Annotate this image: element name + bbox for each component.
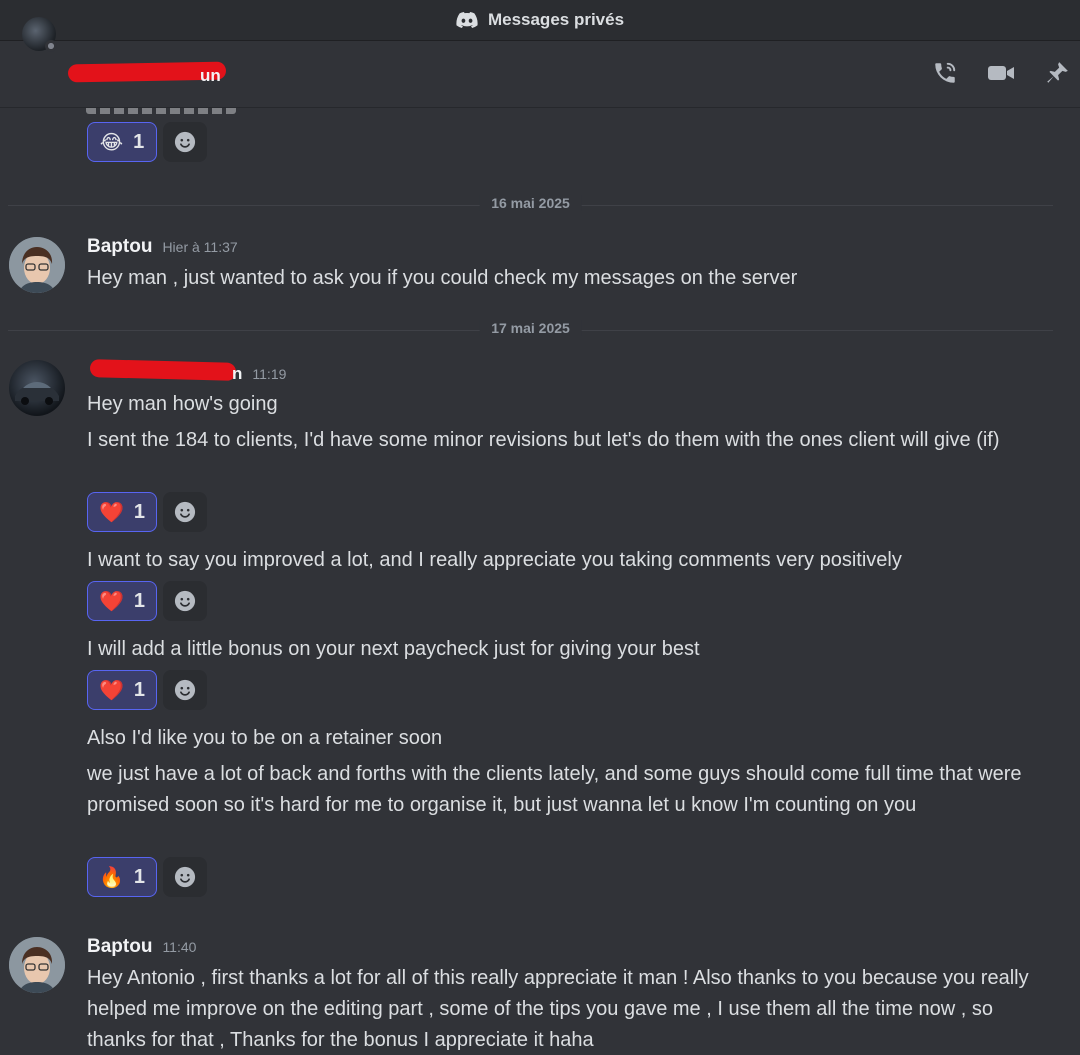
pin-icon[interactable] — [1042, 58, 1072, 88]
timestamp: Hier à 11:37 — [162, 239, 238, 255]
baptou-portrait — [9, 237, 65, 293]
redaction-mark — [89, 359, 237, 381]
date-divider-label: 16 mai 2025 — [479, 195, 582, 211]
message-text: Hey Antonio , first thanks a lot for all… — [87, 967, 1029, 1051]
heart-emoji-icon: ❤️ — [98, 501, 124, 524]
author-name[interactable]: Baptou — [87, 936, 152, 958]
smiley-icon — [174, 501, 196, 523]
author-name[interactable]: Baptou — [87, 236, 152, 258]
window-title: Messages privés — [487, 10, 625, 29]
timestamp: 11:40 — [162, 939, 197, 955]
reaction-bar: ❤️ 1 — [87, 492, 207, 532]
avatar-baptou[interactable] — [9, 937, 65, 993]
clipped-message-text — [86, 108, 236, 114]
add-reaction-button[interactable] — [163, 492, 207, 532]
laughing-emoji-icon: 😂 — [99, 131, 124, 154]
avatar-redacted-user[interactable] — [9, 360, 65, 416]
reaction-button[interactable]: ❤️ 1 — [87, 581, 157, 621]
reaction-bar: 🔥 1 — [87, 857, 207, 897]
smiley-icon — [174, 590, 196, 612]
message-text: Hey man , just wanted to ask you if you … — [87, 267, 798, 289]
add-reaction-button[interactable] — [163, 122, 207, 162]
reaction-button[interactable]: 😂 1 — [87, 122, 157, 162]
smiley-icon — [174, 131, 196, 153]
message-text: I will add a little bonus on your next p… — [87, 638, 700, 660]
date-divider: 16 mai 2025 — [8, 195, 1053, 211]
date-divider: 17 mai 2025 — [8, 320, 1053, 336]
status-offline-icon — [45, 40, 57, 52]
timestamp: 11:19 — [252, 366, 287, 382]
smiley-icon — [174, 866, 196, 888]
reaction-count: 1 — [133, 865, 146, 888]
date-divider-label: 17 mai 2025 — [479, 320, 582, 336]
fire-emoji-icon: 🔥 — [98, 866, 124, 889]
message-text: we just have a lot of back and forths wi… — [87, 763, 1022, 816]
car-avatar-image — [15, 382, 59, 405]
add-reaction-button[interactable] — [163, 581, 207, 621]
add-reaction-button[interactable] — [163, 857, 207, 897]
voice-call-icon[interactable] — [930, 58, 960, 88]
header-username[interactable]: un — [200, 66, 221, 86]
message-text: Also I'd like you to be on a retainer so… — [87, 727, 443, 749]
reaction-count: 1 — [133, 678, 146, 701]
heart-emoji-icon: ❤️ — [98, 679, 124, 702]
avatar-baptou[interactable] — [9, 237, 65, 293]
reaction-bar: 😂 1 — [87, 122, 207, 162]
message-header: n 11:19 — [232, 364, 286, 384]
message-header: Baptou 11:40 — [87, 936, 196, 958]
reaction-button[interactable]: ❤️ 1 — [87, 492, 157, 532]
reaction-button[interactable]: 🔥 1 — [87, 857, 157, 897]
reaction-count: 1 — [133, 589, 146, 612]
heart-emoji-icon: ❤️ — [98, 590, 124, 613]
message-text: I want to say you improved a lot, and I … — [87, 549, 902, 571]
message-header: Baptou Hier à 11:37 — [87, 236, 238, 258]
message-text: I sent the 184 to clients, I'd have some… — [87, 429, 1000, 451]
reaction-bar: ❤️ 1 — [87, 670, 207, 710]
message-list[interactable]: 😂 1 16 mai 2025 Baptou Hier à 11:37 Hey … — [0, 108, 1080, 1055]
reaction-button[interactable]: ❤️ 1 — [87, 670, 157, 710]
reaction-bar: ❤️ 1 — [87, 581, 207, 621]
message-text: Hey man how's going — [87, 393, 278, 415]
video-call-icon[interactable] — [986, 58, 1016, 88]
discord-logo-icon — [456, 12, 478, 28]
smiley-icon — [174, 679, 196, 701]
window-titlebar: Messages privés — [0, 0, 1080, 41]
reaction-count: 1 — [133, 500, 146, 523]
header-toolbar — [930, 58, 1072, 88]
author-name[interactable]: n — [232, 364, 242, 384]
add-reaction-button[interactable] — [163, 670, 207, 710]
baptou-portrait — [9, 937, 65, 993]
reaction-count: 1 — [133, 130, 145, 153]
